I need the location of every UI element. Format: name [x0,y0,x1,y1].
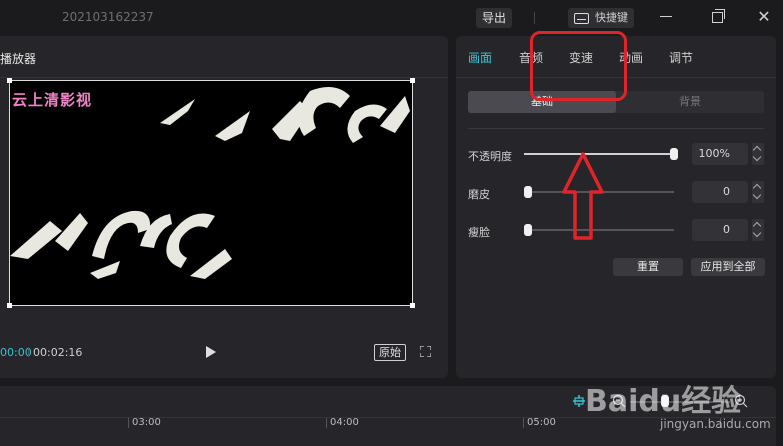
annotation-highlight-box [530,31,627,101]
smooth-value: 0 [723,185,730,198]
ruler-tick [523,418,524,428]
close-icon[interactable]: ✕ [755,8,773,26]
slim-stepper-icon[interactable] [752,219,764,241]
ruler-label: 03:00 [132,417,161,428]
shortcut-button[interactable]: 快捷键 [568,8,634,28]
aspect-original-button[interactable]: 原始 [374,344,406,361]
titlebar-divider [534,12,535,24]
shortcut-label: 快捷键 [595,11,628,24]
opacity-stepper-icon[interactable] [752,143,764,165]
smooth-value-field[interactable]: 0 [692,181,748,203]
ruler-tick [326,418,327,428]
opacity-slider-knob[interactable] [670,148,678,160]
ruler-tick [128,418,129,428]
slim-label: 瘦脸 [468,226,490,239]
current-time: 00:00 [0,346,32,359]
reset-button[interactable]: 重置 [613,258,683,276]
video-frame-graphic [10,87,410,279]
tab-picture[interactable]: 画面 [468,49,492,66]
slim-slider-knob[interactable] [524,224,532,236]
opacity-value: 100% [698,147,730,160]
player-divider [0,77,448,78]
tab-adjust[interactable]: 调节 [669,49,693,66]
slim-value-field[interactable]: 0 [692,219,748,241]
export-button[interactable]: 导出 [476,8,512,28]
annotation-up-arrow [562,152,604,240]
smooth-stepper-icon[interactable] [752,181,764,203]
opacity-label: 不透明度 [468,150,512,163]
smooth-slider-knob[interactable] [524,186,532,198]
video-preview[interactable] [7,78,415,308]
opacity-value-field[interactable]: 100% [692,143,748,165]
ruler-label: 04:00 [330,417,359,428]
subtab-background[interactable]: 背景 [616,91,764,113]
fullscreen-icon[interactable] [420,346,431,357]
project-title: 202103162237 [62,10,154,24]
time-divider [28,347,29,357]
keyboard-icon [574,13,589,24]
baidu-logo: Baidu经验 [585,384,742,419]
smooth-label: 磨皮 [468,188,490,201]
section-divider [468,128,764,129]
slim-value: 0 [723,223,730,236]
maximize-icon[interactable] [712,9,725,23]
total-time: 00:02:16 [33,346,83,359]
ruler-label: 05:00 [527,417,556,428]
video-overlay-text: 云上清影视 [12,91,93,109]
player-title: 播放器 [0,52,37,66]
apply-all-button[interactable]: 应用到全部 [691,258,765,276]
minimize-icon[interactable] [660,16,672,17]
play-icon[interactable] [206,346,216,358]
baidu-url: jingyan.baidu.com [660,417,771,431]
